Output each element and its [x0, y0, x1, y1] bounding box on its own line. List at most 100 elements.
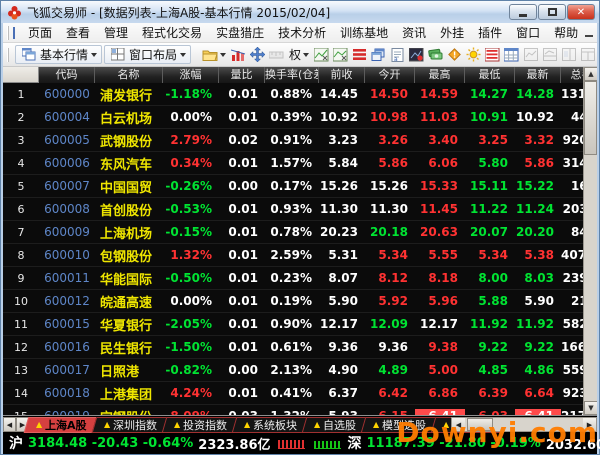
- table-row[interactable]: 6 600008 首创股份 -0.53% 0.01 0.93% 11.30 11.30 11.4…: [3, 198, 597, 221]
- menu-item[interactable]: 资讯: [395, 22, 433, 43]
- formula-chart-icon[interactable]: [313, 46, 330, 63]
- cell-high: 5.00: [428, 363, 458, 377]
- warning-diamond-icon[interactable]: [446, 46, 463, 63]
- horizontal-scrollbar[interactable]: ◀ ▶: [451, 417, 597, 432]
- scroll-up-icon[interactable]: ▲: [584, 67, 597, 81]
- table-row[interactable]: 13 600017 日照港 -0.82% 0.00 2.13% 4.90 4.89 5.00 4.…: [3, 359, 597, 382]
- alert-chart-icon[interactable]: [408, 46, 425, 63]
- bar-chart-icon[interactable]: [230, 46, 247, 63]
- document-icon[interactable]: a: [389, 46, 406, 63]
- cell-open: 9.36: [378, 340, 408, 354]
- column-header[interactable]: 最新: [515, 67, 561, 83]
- cell-high: 15.33: [420, 179, 458, 193]
- column-header[interactable]: 换手率(仓差: [265, 67, 319, 83]
- menu-item[interactable]: 实盘猎庄: [209, 22, 271, 43]
- cell-last: 10.92: [516, 110, 554, 124]
- table-row[interactable]: 14 600018 上港集团 4.24% 0.01 0.41% 6.37 6.42 6.86 6.…: [3, 382, 597, 405]
- table-row[interactable]: 10 600012 皖通高速 0.00% 0.01 0.19% 5.90 5.92 5.96 5.…: [3, 290, 597, 313]
- grid-table-icon[interactable]: [503, 46, 520, 63]
- menu-item[interactable]: 页面: [21, 22, 59, 43]
- cell-idx: 14: [14, 386, 28, 400]
- cell-name: 上港集团: [100, 387, 153, 403]
- table-row[interactable]: 9 600011 华能国际 -0.50% 0.01 0.23% 8.07 8.12 8.18 8.…: [3, 267, 597, 290]
- column-header[interactable]: 量比: [219, 67, 265, 83]
- cell-prev: 8.07: [328, 271, 358, 285]
- table-row[interactable]: 8 600010 包钢股份 1.32% 0.01 2.59% 5.31 5.34 5.55 5.3…: [3, 244, 597, 267]
- shanghai-amount: 2323.86亿: [198, 437, 271, 453]
- open-folder-icon[interactable]: [201, 46, 218, 63]
- tab-系统板块[interactable]: ▲ 系统板块: [231, 417, 310, 433]
- tab-投资指数[interactable]: ▲ 投资指数: [161, 417, 240, 433]
- vertical-scrollbar[interactable]: ▲ ▼: [583, 67, 597, 415]
- cell-low: 10.91: [470, 110, 508, 124]
- table-corner-cell[interactable]: [3, 67, 39, 83]
- table-row[interactable]: 3 600005 武钢股份 2.79% 0.02 0.91% 3.23 3.26 3.40 3.2…: [3, 129, 597, 152]
- cell-high: 3.40: [428, 133, 458, 147]
- menu-item[interactable]: 外挂: [433, 22, 471, 43]
- menu-item[interactable]: 窗口: [509, 22, 547, 43]
- formula-chart2-icon[interactable]: [332, 46, 349, 63]
- cascade-windows-icon[interactable]: [370, 46, 387, 63]
- move-cross-icon[interactable]: [249, 46, 266, 63]
- cell-prev: 10.92: [320, 110, 358, 124]
- tab-自选股[interactable]: ▲ 自选股: [301, 417, 369, 433]
- toolbar-grip[interactable]: [7, 47, 9, 62]
- panel-split-icon: [541, 46, 558, 63]
- cell-chg: 0.00%: [170, 110, 212, 124]
- column-header[interactable]: 名称: [95, 67, 163, 83]
- table-row[interactable]: 2 600004 白云机场 0.00% 0.01 0.39% 10.92 10.98 11.03…: [3, 106, 597, 129]
- basic-quotes-button[interactable]: 基本行情: [15, 45, 103, 64]
- cell-code: 600008: [44, 202, 90, 216]
- tab-模型选股[interactable]: ▲ 模型选股: [361, 417, 439, 433]
- column-header[interactable]: 今开: [365, 67, 415, 83]
- table-row[interactable]: 11 600015 华夏银行 -2.05% 0.01 0.90% 12.17 12.09 12.…: [3, 313, 597, 336]
- minimize-button[interactable]: [509, 4, 537, 20]
- menu-item[interactable]: 插件: [471, 22, 509, 43]
- column-header[interactable]: 代码: [39, 67, 95, 83]
- scroll-down-icon[interactable]: ▼: [584, 401, 597, 415]
- mdi-minimize-icon[interactable]: [585, 35, 594, 37]
- cell-open: 5.92: [378, 294, 408, 308]
- column-header[interactable]: 前收: [319, 67, 365, 83]
- table-row[interactable]: 15600019宝钢股份8.09%0.031.32%5.936.156.416.…: [3, 405, 597, 415]
- column-header[interactable]: 最高: [415, 67, 465, 83]
- menu-item[interactable]: 查看: [59, 22, 97, 43]
- tab-上海A股[interactable]: ▲ 上海A股: [23, 417, 99, 433]
- chevron-down-icon[interactable]: [220, 52, 227, 57]
- hscroll-left-icon[interactable]: ◀: [452, 418, 465, 431]
- data-table-icon[interactable]: [13, 26, 15, 39]
- cell-name: 浦发银行: [100, 88, 153, 104]
- stripe-chart-icon[interactable]: [484, 46, 501, 63]
- shenzhen-label: 深: [347, 436, 362, 452]
- sun-icon[interactable]: [465, 46, 482, 63]
- cell-open: 8.12: [378, 271, 408, 285]
- list-icon[interactable]: [351, 46, 368, 63]
- menu-item[interactable]: 训练基地: [333, 22, 395, 43]
- panel-single-icon: [522, 46, 539, 63]
- table-row[interactable]: 12 600016 民生银行 -1.50% 0.01 0.61% 9.36 9.36 9.38 9…: [3, 336, 597, 359]
- horizontal-scroll-thumb[interactable]: [467, 418, 493, 431]
- hscroll-right-icon[interactable]: ▶: [583, 418, 596, 431]
- cell-code: 600015: [44, 317, 90, 331]
- menubar-grip[interactable]: [7, 25, 9, 40]
- table-row[interactable]: 5 600007 中国国贸 -0.26% 0.00 0.17% 15.26 15.26 15.3…: [3, 175, 597, 198]
- table-row[interactable]: 1 600000 浦发银行 -1.18% 0.01 0.88% 14.45 14.50 14.5…: [3, 83, 597, 106]
- tab-scroll-left-icon[interactable]: ◀: [3, 417, 16, 432]
- column-header[interactable]: 涨幅: [163, 67, 219, 83]
- tab-深圳指数[interactable]: ▲ 深圳指数: [91, 417, 170, 433]
- close-button[interactable]: ✕: [567, 4, 595, 20]
- menu-item[interactable]: 程式化交易: [135, 22, 209, 43]
- money-icon[interactable]: [427, 46, 444, 63]
- cell-prev: 9.36: [328, 340, 358, 354]
- menu-item[interactable]: 管理: [97, 22, 135, 43]
- menu-item[interactable]: 技术分析: [271, 22, 333, 43]
- rights-adjust-button[interactable]: 权: [287, 46, 311, 63]
- column-header[interactable]: 最低: [465, 67, 515, 83]
- table-row[interactable]: 7 600009 上海机场 -0.15% 0.01 0.78% 20.23 20.18 20.6…: [3, 221, 597, 244]
- table-row[interactable]: 4 600006 东风汽车 0.34% 0.01 1.57% 5.84 5.86 6.06 5.8…: [3, 152, 597, 175]
- menu-item[interactable]: 帮助: [547, 22, 585, 43]
- cell-last: 5.86: [524, 156, 554, 170]
- window-layout-button[interactable]: 窗口布局: [104, 45, 192, 64]
- restore-button[interactable]: [538, 4, 566, 20]
- vertical-scroll-thumb[interactable]: [584, 81, 597, 155]
